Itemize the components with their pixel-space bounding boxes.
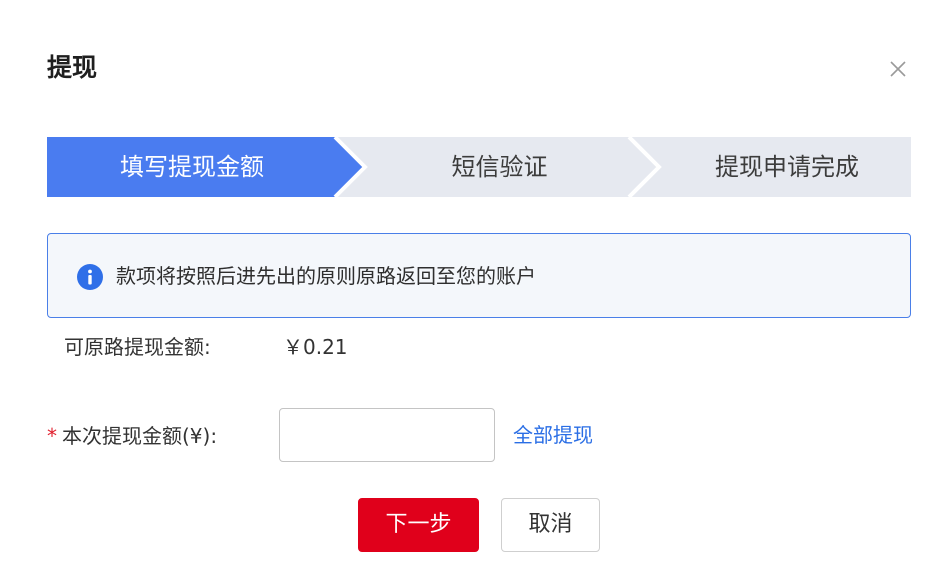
- steps-bar: 填写提现金额 短信验证 提现申请完成: [47, 137, 911, 197]
- withdraw-amount-label: 本次提现金额(¥):: [62, 424, 218, 448]
- info-text: 款项将按照后进先出的原则原路返回至您的账户: [116, 264, 536, 288]
- dialog-title: 提现: [47, 53, 98, 82]
- next-step-button[interactable]: 下一步: [358, 498, 479, 552]
- info-circle-icon: [77, 264, 103, 290]
- cancel-button[interactable]: 取消: [501, 498, 600, 552]
- step-sms-verify: 短信验证: [451, 153, 548, 181]
- available-amount-label: 可原路提现金额:: [64, 335, 211, 359]
- step-complete: 提现申请完成: [715, 153, 859, 181]
- withdraw-all-link[interactable]: 全部提现: [513, 420, 593, 450]
- required-mark: *: [47, 424, 57, 448]
- close-icon: [890, 61, 906, 77]
- available-amount-value: ￥0.21: [283, 335, 348, 359]
- withdraw-amount-input[interactable]: [279, 408, 495, 462]
- info-notice: 款项将按照后进先出的原则原路返回至您的账户: [47, 233, 911, 318]
- step-fill-amount: 填写提现金额: [120, 153, 264, 181]
- withdraw-dialog: 提现 填写提现金额 短信验证 提现申请完成 款项将按照后进先出的原则原路返回至您…: [0, 0, 946, 580]
- close-button[interactable]: [885, 56, 911, 82]
